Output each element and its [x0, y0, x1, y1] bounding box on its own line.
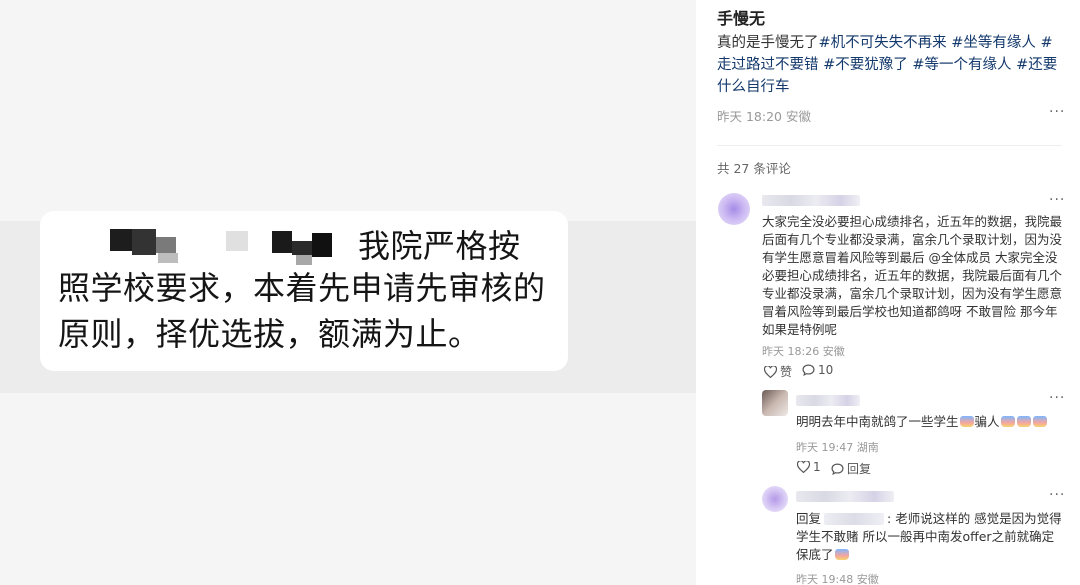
reply-count-button[interactable]: 10	[802, 363, 833, 377]
chat-bubble-image: 我院严格按 照学校要求，本着先申请先审核的 原则，择优选拔，额满为止。	[40, 211, 568, 371]
comment-count: 共 27 条评论	[717, 161, 791, 176]
post-meta: 昨天 18:20 安徽	[717, 106, 811, 125]
avatar[interactable]	[762, 486, 788, 512]
hashtag[interactable]: #坐等有缘人	[951, 35, 1036, 51]
image-text-line-2: 照学校要求，本着先申请先审核的	[58, 269, 546, 307]
replier-name-blurred[interactable]	[796, 395, 860, 406]
redaction-block	[110, 229, 132, 251]
redaction-block	[312, 233, 332, 257]
reply-date: 昨天 19:48	[796, 573, 854, 585]
comment-icon	[802, 364, 815, 376]
hashtag[interactable]: #不要犹豫了	[823, 57, 908, 73]
image-text-line-3: 原则，择优选拔，额满为止。	[58, 315, 481, 353]
heart-icon	[764, 365, 777, 378]
post-author-name[interactable]: 手慢无	[717, 5, 765, 29]
redaction-block	[272, 231, 292, 253]
mentioned-user-blurred[interactable]	[824, 513, 885, 525]
reply-meta: 昨天 19:48 安徽	[796, 571, 879, 585]
redaction-block	[156, 237, 176, 253]
reply-more-icon[interactable]: ···	[1049, 390, 1065, 406]
reply-text: 回复: 老师说这样的 感觉是因为觉得学生不敢赌 所以一般再中南发offer之前就…	[796, 510, 1066, 564]
post-date: 昨天 18:20	[717, 109, 782, 124]
reply-meta: 昨天 19:47 湖南	[796, 439, 879, 455]
like-button[interactable]: 1	[797, 460, 821, 474]
reply-button[interactable]: 回复	[831, 460, 871, 477]
post-image[interactable]: 我院严格按 照学校要求，本着先申请先审核的 原则，择优选拔，额满为止。	[0, 211, 696, 393]
reply-text-part: 明明去年中南就鸽了一些学生	[796, 414, 959, 429]
comment-date: 昨天 18:26	[762, 345, 820, 358]
commenter-name-blurred[interactable]	[762, 195, 860, 206]
comment-meta: 昨天 18:26 安徽	[762, 343, 845, 359]
avatar[interactable]	[718, 193, 750, 225]
avatar[interactable]	[762, 390, 788, 416]
comment-icon	[831, 463, 844, 475]
post-location: 安徽	[785, 109, 811, 124]
reply-text-part: 骗人	[974, 414, 1000, 429]
comment-text: 大家完全没必要担心成绩排名，近五年的数据，我院最后面有几个专业都没录满，富余几个…	[762, 214, 1063, 337]
post-text: 真的是手慢无了	[717, 35, 819, 51]
image-viewer[interactable]: 我院严格按 照学校要求，本着先申请先审核的 原则，择优选拔，额满为止。	[0, 0, 696, 585]
post-more-icon[interactable]: ···	[1049, 104, 1065, 120]
redaction-block	[132, 229, 156, 255]
reply-location: 安徽	[856, 573, 879, 585]
reply-more-icon[interactable]: ···	[1049, 487, 1065, 503]
divider	[717, 145, 1062, 146]
reply-count: 10	[818, 363, 834, 377]
reply-prefix: 回复	[796, 511, 822, 526]
post-body: 真的是手慢无了#机不可失失不再来 #坐等有缘人 #走过路过不要错 #不要犹豫了 …	[717, 32, 1067, 98]
reply-date: 昨天 19:47	[796, 441, 854, 454]
emoji-icon	[834, 549, 849, 560]
reply-label: 回复	[847, 462, 872, 476]
post-side-panel: 手慢无 真的是手慢无了#机不可失失不再来 #坐等有缘人 #走过路过不要错 #不要…	[696, 0, 1080, 585]
emoji-icon	[1032, 416, 1047, 427]
image-text-line-1: 我院严格按	[358, 227, 521, 265]
heart-icon	[797, 461, 810, 473]
reply-text: 明明去年中南就鸽了一些学生 骗人	[796, 413, 1064, 431]
like-button[interactable]: 赞	[764, 363, 792, 380]
redaction-block	[158, 253, 178, 263]
comment-more-icon[interactable]: ···	[1049, 192, 1065, 208]
hashtag[interactable]: #机不可失失不再来	[819, 35, 947, 51]
like-count: 1	[813, 460, 821, 474]
emoji-icon	[1016, 416, 1031, 427]
replier-name-blurred[interactable]	[796, 491, 894, 502]
reply-location: 湖南	[856, 441, 879, 454]
redaction-block	[292, 241, 312, 255]
emoji-icon	[959, 416, 974, 427]
comment-location: 安徽	[822, 345, 845, 358]
like-label: 赞	[780, 365, 793, 379]
hashtag[interactable]: #等一个有缘人	[912, 57, 1011, 73]
redaction-block	[226, 231, 248, 251]
emoji-icon	[1000, 416, 1015, 427]
